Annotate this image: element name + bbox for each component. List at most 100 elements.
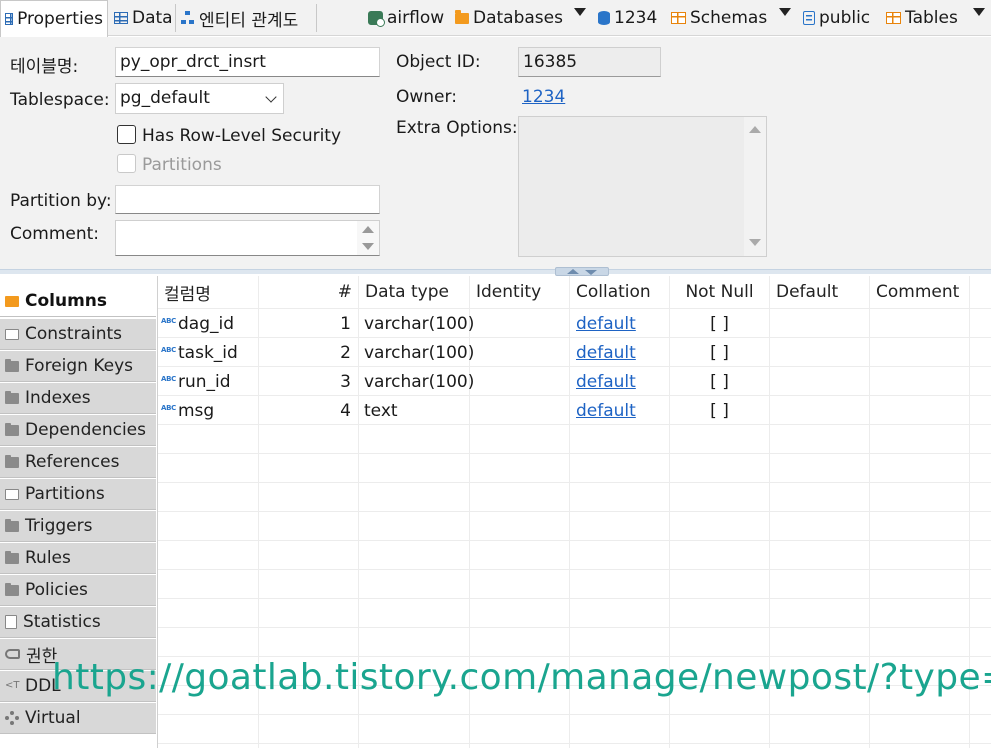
nav-item-foreign-keys[interactable]: Foreign Keys (0, 351, 156, 382)
column-header-identity[interactable]: Identity (470, 276, 569, 308)
breadcrumb-connection[interactable]: airflow (368, 0, 444, 36)
table-name-label: 테이블명: (10, 57, 79, 77)
breadcrumb-database-label: 1234 (614, 8, 658, 28)
permissions-key-icon (5, 649, 20, 659)
breadcrumb-tables[interactable]: Tables (886, 0, 958, 36)
column-header-name[interactable]: 컬럼명 (158, 276, 258, 308)
column-header-not-null[interactable]: Not Null (670, 276, 769, 308)
tablespace-value: pg_default (120, 88, 210, 108)
column-collation-link[interactable]: default (576, 309, 636, 338)
table-row-name-cell[interactable]: ABC run_id (161, 367, 231, 396)
breadcrumb-schema[interactable]: public (803, 0, 870, 36)
column-name: dag_id (178, 313, 235, 334)
panel-splitter[interactable] (0, 269, 991, 274)
text-type-icon: ABC (161, 403, 176, 412)
tab-divider (175, 4, 176, 32)
column-collation-link[interactable]: default (576, 396, 636, 425)
column-collation-link[interactable]: default (576, 367, 636, 396)
object-id-label: Object ID: (396, 52, 481, 72)
column-number[interactable]: 4 (259, 396, 351, 425)
rls-label: Has Row-Level Security (142, 126, 342, 146)
connection-icon (368, 11, 385, 27)
column-number[interactable]: 3 (259, 367, 351, 396)
column-data-type[interactable]: text (364, 396, 398, 425)
tablespace-label: Tablespace: (10, 90, 110, 110)
column-number[interactable]: 1 (259, 309, 351, 338)
not-null-checkbox[interactable]: [ ] (670, 309, 769, 338)
column-header-default[interactable]: Default (770, 276, 869, 308)
nav-item-triggers[interactable]: Triggers (0, 511, 156, 542)
column-header-data-type[interactable]: Data type (359, 276, 469, 308)
breadcrumb-schemas[interactable]: Schemas (671, 0, 767, 36)
table-name-field[interactable]: py_opr_drct_insrt (115, 47, 380, 77)
schema-icon (803, 11, 815, 25)
nav-item-dependencies[interactable]: Dependencies (0, 415, 156, 446)
column-collation-link[interactable]: default (576, 338, 636, 367)
comment-scrollbar[interactable] (357, 221, 379, 255)
tab-properties-label: Properties (17, 9, 103, 29)
nav-item-columns[interactable]: Columns (0, 286, 156, 317)
tab-er-diagram-label: 엔티티 관계도 (199, 10, 299, 31)
nav-item-label: Triggers (25, 516, 93, 536)
nav-item-label: Indexes (25, 388, 91, 408)
tab-data-label: Data (132, 8, 173, 28)
comment-field[interactable] (115, 220, 380, 256)
nav-item-policies[interactable]: Policies (0, 575, 156, 606)
statistics-icon (5, 615, 17, 629)
column-name: run_id (178, 371, 231, 392)
column-data-type[interactable]: varchar(100) (364, 338, 474, 367)
table-row-name-cell[interactable]: ABC dag_id (161, 309, 234, 338)
url-watermark: https://goatlab.tistory.com/manage/newpo… (52, 657, 991, 698)
rls-checkbox[interactable] (117, 125, 136, 144)
folder-icon (455, 9, 469, 24)
breadcrumb-connection-label: airflow (387, 8, 445, 28)
ddl-icon: <T (5, 680, 20, 691)
column-data-type[interactable]: varchar(100) (364, 309, 474, 338)
databases-dropdown-icon[interactable] (574, 8, 586, 16)
scroll-down-icon[interactable] (749, 239, 761, 246)
nav-item-statistics[interactable]: Statistics (0, 607, 156, 638)
not-null-checkbox[interactable]: [ ] (670, 367, 769, 396)
nav-item-indexes[interactable]: Indexes (0, 383, 156, 414)
text-type-icon: ABC (161, 316, 176, 325)
editor-toolbar: Properties Data 엔티티 관계도 airflow Database… (0, 0, 991, 37)
column-header-number[interactable]: # (259, 276, 358, 308)
nav-item-label: Columns (25, 291, 108, 311)
tab-data[interactable]: Data (110, 0, 177, 36)
owner-link[interactable]: 1234 (522, 87, 565, 107)
scroll-down-icon[interactable] (362, 243, 374, 250)
nav-item-references[interactable]: References (0, 447, 156, 478)
breadcrumb-databases-label: Databases (473, 8, 563, 28)
schemas-dropdown-icon[interactable] (779, 8, 791, 16)
not-null-checkbox[interactable]: [ ] (670, 338, 769, 367)
column-data-type[interactable]: varchar(100) (364, 367, 474, 396)
breadcrumb-databases[interactable]: Databases (455, 0, 563, 36)
partition-by-field[interactable] (115, 185, 380, 214)
foreign-keys-icon (5, 358, 19, 372)
tables-dropdown-icon[interactable] (973, 8, 985, 16)
tablespace-select[interactable]: pg_default (115, 83, 284, 114)
scroll-up-icon[interactable] (362, 226, 374, 233)
nav-item-rules[interactable]: Rules (0, 543, 156, 574)
nav-item-partitions[interactable]: Partitions (0, 479, 156, 510)
nav-item-constraints[interactable]: Constraints (0, 319, 156, 350)
references-icon (5, 454, 19, 468)
nav-item-label: Dependencies (25, 420, 146, 440)
splitter-toggle-button[interactable] (555, 267, 609, 276)
not-null-checkbox[interactable]: [ ] (670, 396, 769, 425)
table-row-name-cell[interactable]: ABC msg (161, 396, 214, 425)
extra-options-scrollbar[interactable] (744, 117, 766, 256)
extra-options-field[interactable] (518, 116, 767, 257)
column-header-comment[interactable]: Comment (870, 276, 969, 308)
scroll-up-icon[interactable] (749, 126, 761, 133)
columns-icon (5, 295, 19, 307)
tab-properties[interactable]: Properties (0, 0, 108, 37)
column-number[interactable]: 2 (259, 338, 351, 367)
nav-item-label: Constraints (25, 324, 122, 344)
column-header-collation[interactable]: Collation (570, 276, 669, 308)
table-row-name-cell[interactable]: ABC task_id (161, 338, 238, 367)
object-id-field[interactable]: 16385 (518, 47, 661, 77)
breadcrumb-database[interactable]: 1234 (598, 0, 657, 36)
tab-er-diagram[interactable]: 엔티티 관계도 (177, 0, 302, 36)
nav-item-virtual[interactable]: Virtual (0, 703, 156, 734)
